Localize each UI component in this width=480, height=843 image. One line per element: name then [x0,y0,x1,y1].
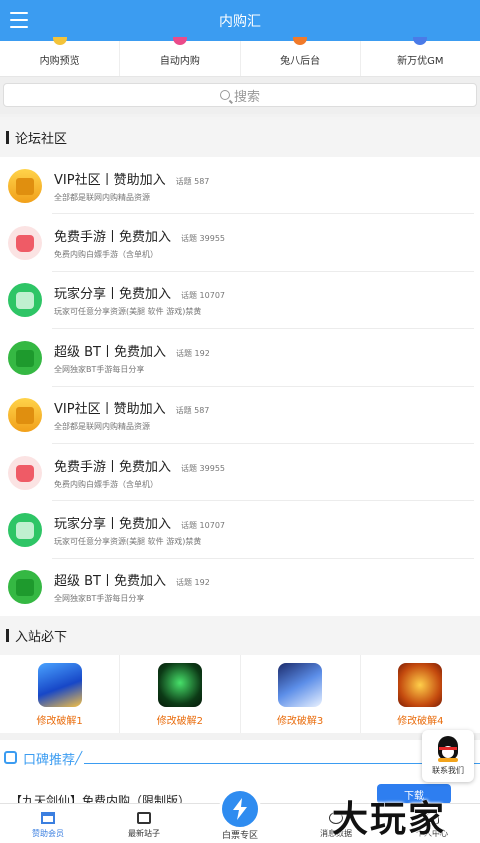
nav-item-gm[interactable]: 新万优GM [361,37,480,76]
forum-section-title: 论坛社区 [15,131,68,147]
must-section-header: 入站必下 [0,616,480,655]
nav-item-label: 兔八后台 [280,56,321,67]
tab-latest[interactable]: 最新站子 [96,804,192,843]
app-thumbnail [398,663,443,707]
search-bar: 搜索 [0,77,480,114]
forum-item[interactable]: VIP社区丨赞助加入 话题 587 全部都是联网内购精品资源 [0,157,480,215]
app-title: 内购汇 [219,13,261,30]
forum-item[interactable]: 超级 BT丨免费加入 话题 192 全网独家BT手游每日分享 [0,329,480,387]
qq-icon [436,736,460,762]
app-tile-label: 修改破解3 [276,716,324,727]
nav-item-label: 自动内购 [159,56,200,67]
app-thumbnail [157,663,202,707]
forum-item-title: VIP社区丨赞助加入 [54,172,166,188]
search-placeholder: 搜索 [233,89,260,105]
contact-us-button[interactable]: 联系我们 [422,730,474,782]
koubei-section-header: 口碑推荐 [0,740,480,780]
forum-item-title: VIP社区丨赞助加入 [54,402,166,418]
forum-item-desc: 全网独家BT手游每日分享 [54,594,145,604]
bt-box-icon [8,570,42,605]
app-tile[interactable]: 修改破解1 [0,655,121,733]
nav-item-backend[interactable]: 兔八后台 [241,37,361,76]
forum-item-desc: 全部都是联网内购精品资源 [54,192,150,202]
search-icon [219,90,230,100]
app-tile[interactable]: 修改破解2 [120,655,241,733]
game-gift-icon [8,455,42,490]
crown-icon [52,37,67,45]
forum-item[interactable]: VIP社区丨赞助加入 话题 587 全部都是联网内购精品资源 [0,387,480,445]
forum-item-desc: 全部都是联网内购精品资源 [54,422,150,432]
game-gift-icon [8,226,42,261]
forum-item-title: 玩家分享丨免费加入 [54,287,172,303]
forum-item-desc: 免费内购白嫖手游（含单机） [54,250,158,260]
forum-item[interactable]: 超级 BT丨免费加入 话题 192 全网独家BT手游每日分享 [0,559,480,616]
forum-item-title: 玩家分享丨免费加入 [54,517,172,533]
forum-item-title: 超级 BT丨免费加入 [54,344,166,360]
forum-item-desc: 玩家可任意分享资源(美腿 软件 游戏)禁黄 [54,307,202,317]
forum-item-title: 免费手游丨免费加入 [54,459,172,475]
rabbit-icon [293,37,308,45]
app-tile[interactable]: 修改破解4 [361,655,480,733]
forum-item-count: 话题 587 [175,176,210,186]
forum-item-count: 话题 192 [176,578,210,588]
forum-item-count: 话题 192 [176,348,210,358]
vip-folder-icon [8,168,42,203]
forum-item-title: 免费手游丨免费加入 [54,230,172,246]
doc-icon [172,37,187,45]
vip-folder-icon [8,398,42,433]
share-wifi-icon [8,513,42,548]
forum-item-count: 话题 39955 [181,463,226,473]
section-marker [6,130,9,144]
forum-item-desc: 全网独家BT手游每日分享 [54,364,145,374]
forum-item-desc: 免费内购白嫖手游（含单机） [54,479,158,489]
app-thumbnail [278,663,323,707]
top-nav: 内购预览 自动内购 兔八后台 新万优GM [0,37,480,77]
nav-item-auto[interactable]: 自动内购 [120,37,241,76]
nav-item-label: 内购预览 [39,56,80,67]
nav-item-label: 新万优GM [397,56,444,67]
share-wifi-icon [8,283,42,318]
koubei-title: 口碑推荐 [23,753,76,768]
forum-item[interactable]: 免费手游丨免费加入 话题 39955 免费内购白嫖手游（含单机） [0,444,480,502]
app-tile-label: 修改破解2 [156,716,204,727]
forum-list: VIP社区丨赞助加入 话题 587 全部都是联网内购精品资源 免费手游丨免费加入… [0,157,480,616]
forum-item[interactable]: 玩家分享丨免费加入 话题 10707 玩家可任意分享资源(美腿 软件 游戏)禁黄 [0,272,480,330]
tab-label: 赞助会员 [32,829,64,838]
forum-item-count: 话题 587 [175,406,210,416]
app-tile[interactable]: 修改破解3 [241,655,361,733]
divider [84,763,480,764]
menu-icon[interactable] [10,12,28,28]
bt-box-icon [8,340,42,375]
app-bar: 内购汇 [0,0,480,41]
tab-label: 最新站子 [128,829,160,838]
recommend-icon [4,751,17,764]
forum-item-desc: 玩家可任意分享资源(美腿 软件 游戏)禁黄 [54,537,202,547]
bank-icon [41,812,55,824]
forum-item-title: 超级 BT丨免费加入 [54,574,166,590]
forum-item[interactable]: 玩家分享丨免费加入 话题 10707 玩家可任意分享资源(美腿 软件 游戏)禁黄 [0,501,480,560]
section-marker [6,629,9,642]
must-section-title: 入站必下 [15,630,68,645]
app-tile-label: 修改破解4 [397,716,444,727]
nav-item-preview[interactable]: 内购预览 [0,37,121,76]
app-thumbnail [37,663,82,707]
lightning-icon [219,788,261,830]
divider [74,750,83,766]
tab-free-zone[interactable]: 白票专区 [192,788,288,843]
watermark-logo: 大玩家 [332,799,447,840]
must-download-grid: 修改破解1 修改破解2 修改破解3 修改破解4 [0,655,480,733]
forum-item-count: 话题 39955 [181,234,226,244]
calendar-icon [137,812,151,824]
forum-item-count: 话题 10707 [181,291,226,301]
forum-section-header: 论坛社区 [0,117,480,157]
search-input[interactable]: 搜索 [3,83,477,107]
app-tile-label: 修改破解1 [36,716,83,727]
contact-us-label: 联系我们 [432,766,464,775]
forum-item[interactable]: 免费手游丨免费加入 话题 39955 免费内购白嫖手游（含单机） [0,214,480,273]
gm-icon [413,37,428,45]
forum-item-count: 话题 10707 [181,521,226,531]
tab-sponsor[interactable]: 赞助会员 [0,804,96,843]
